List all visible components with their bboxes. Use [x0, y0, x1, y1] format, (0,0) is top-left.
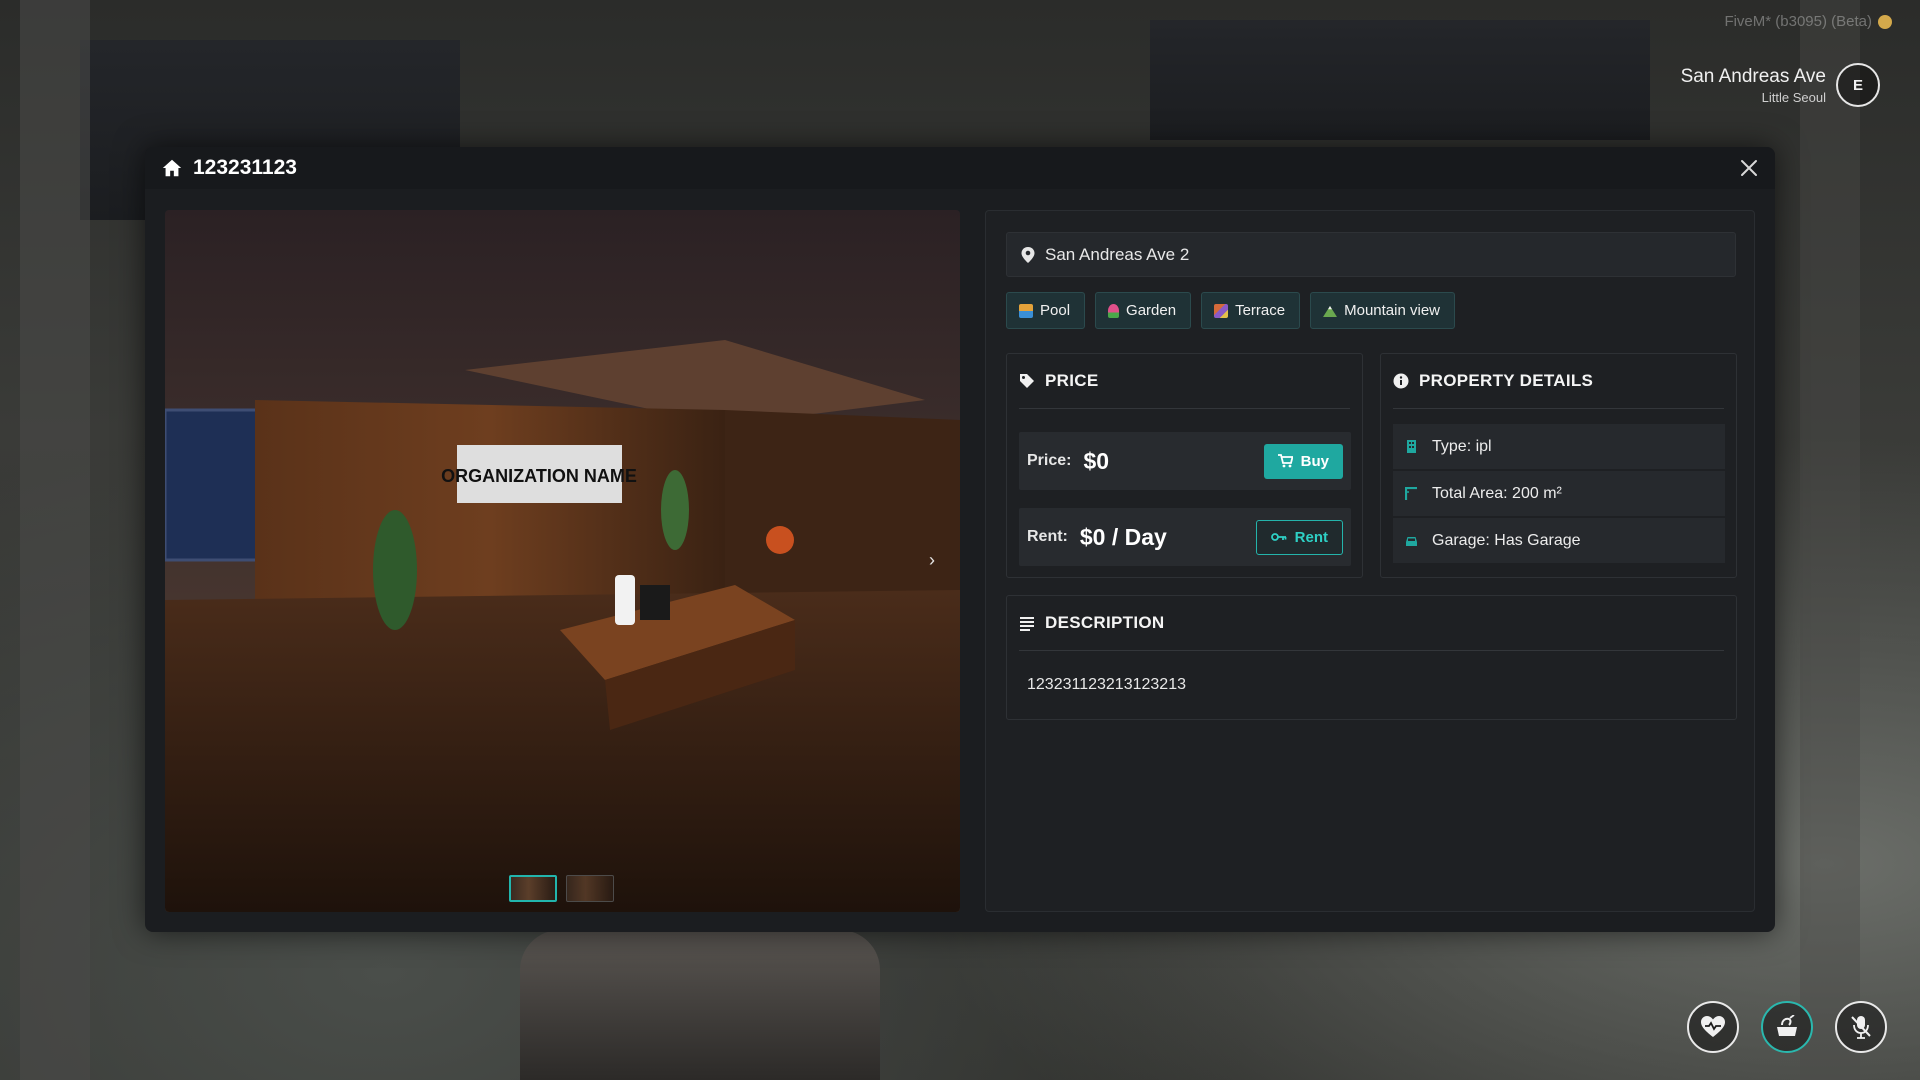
- price-card: PRICE Price: $0 Buy Rent: $0 / Day Rent: [1006, 353, 1363, 578]
- status-hud: [1687, 1001, 1887, 1053]
- modal-title: 123231123: [193, 156, 297, 179]
- tag-mountain-view[interactable]: Mountain view: [1310, 292, 1455, 329]
- address-box: San Andreas Ave 2: [1006, 232, 1736, 277]
- building-icon: [1407, 440, 1416, 453]
- tag-icon: [1020, 374, 1034, 388]
- property-modal: 123231123 ORGANIZATION NAME › San Andrea…: [145, 147, 1775, 932]
- fivem-logo-icon: [1878, 14, 1892, 29]
- location-text: San Andreas Ave Little Seoul: [1681, 66, 1826, 105]
- tag-label: Mountain view: [1344, 302, 1440, 319]
- details-card-header: PROPERTY DETAILS: [1393, 354, 1724, 409]
- description-heading: DESCRIPTION: [1045, 613, 1165, 632]
- rent-button-label: Rent: [1294, 528, 1328, 546]
- property-details-card: PROPERTY DETAILS Type: ipl Total Area: 2…: [1380, 353, 1737, 578]
- tag-terrace[interactable]: Terrace: [1201, 292, 1301, 329]
- text-lines-icon: [1020, 617, 1034, 631]
- detail-area: Total Area: 200 m²: [1432, 484, 1562, 502]
- details-heading: PROPERTY DETAILS: [1419, 371, 1594, 390]
- health-indicator: [1687, 1001, 1739, 1053]
- voice-indicator: [1835, 1001, 1887, 1053]
- street-name: San Andreas Ave: [1680, 65, 1826, 87]
- close-icon[interactable]: [1737, 156, 1761, 180]
- location-hud: San Andreas Ave Little Seoul E: [1681, 63, 1880, 107]
- cart-icon: [1277, 454, 1293, 468]
- rent-price-value: $0 / Day: [1079, 523, 1167, 550]
- hunger-indicator: [1761, 1001, 1813, 1053]
- price-card-header: PRICE: [1019, 354, 1350, 409]
- description-text: 123231123213123213: [1027, 676, 1186, 693]
- tag-garden[interactable]: Garden: [1095, 292, 1192, 329]
- background-window: [1150, 20, 1650, 140]
- detail-row-type: Type: ipl: [1393, 424, 1725, 470]
- mountain-icon: [1323, 305, 1338, 317]
- description-card-header: DESCRIPTION: [1019, 596, 1724, 651]
- image-gallery: ORGANIZATION NAME ›: [165, 210, 960, 912]
- rent-price-label: Rent:: [1027, 528, 1068, 545]
- buy-button[interactable]: Buy: [1263, 443, 1343, 479]
- property-photo: ORGANIZATION NAME: [165, 210, 960, 912]
- fivem-watermark: FiveM* (b3095) (Beta): [1724, 13, 1892, 30]
- home-icon: [162, 159, 182, 177]
- food-icon: [1777, 1015, 1797, 1036]
- background-pillar: [1800, 0, 1860, 1080]
- tag-label: Pool: [1040, 302, 1071, 319]
- detail-garage: Garage: Has Garage: [1432, 531, 1581, 549]
- modal-header: 123231123: [145, 147, 1775, 189]
- compass-direction: E: [1836, 63, 1880, 107]
- sign-text: ORGANIZATION NAME: [441, 466, 637, 486]
- buy-price-row: Price: $0 Buy: [1019, 432, 1351, 490]
- tag-label: Terrace: [1235, 302, 1286, 319]
- detail-type: Type: ipl: [1432, 437, 1492, 455]
- key-icon: [1270, 533, 1287, 541]
- terrace-icon: [1214, 303, 1229, 318]
- location-pin-icon: [1021, 246, 1035, 263]
- next-image-arrow[interactable]: ›: [922, 550, 942, 574]
- detail-row-garage: Garage: Has Garage: [1393, 518, 1725, 564]
- thumbnail-2[interactable]: [566, 875, 614, 902]
- tag-label: Garden: [1126, 302, 1177, 319]
- buy-price-value: $0: [1083, 447, 1110, 474]
- pool-icon: [1019, 303, 1033, 318]
- thumbnail-strip: [509, 875, 614, 902]
- watermark-text: FiveM* (b3095) (Beta): [1724, 13, 1872, 30]
- description-card: DESCRIPTION 123231123213123213: [1006, 595, 1737, 720]
- buy-price-label: Price:: [1027, 452, 1072, 469]
- rent-price-row: Rent: $0 / Day Rent: [1019, 508, 1351, 566]
- property-address: San Andreas Ave 2: [1045, 244, 1190, 264]
- price-heading: PRICE: [1045, 371, 1099, 390]
- tag-pool[interactable]: Pool: [1006, 292, 1086, 329]
- area-icon: [1405, 487, 1417, 500]
- area-name: Little Seoul: [1761, 89, 1826, 105]
- car-icon: [1406, 537, 1417, 546]
- buy-button-label: Buy: [1300, 452, 1329, 470]
- detail-row-area: Total Area: 200 m²: [1393, 471, 1725, 517]
- microphone-muted-icon: [1851, 1016, 1871, 1039]
- heart-icon: [1701, 1016, 1725, 1037]
- info-icon: [1393, 373, 1409, 389]
- background-pillar: [20, 0, 90, 1080]
- tulip-icon: [1108, 303, 1120, 318]
- thumbnail-1[interactable]: [509, 875, 557, 902]
- rent-button[interactable]: Rent: [1255, 519, 1343, 555]
- background-character: [520, 930, 880, 1080]
- feature-tags: Pool Garden Terrace Mountain view: [1006, 292, 1455, 329]
- property-info-panel: San Andreas Ave 2 Pool Garden Terrace Mo…: [985, 210, 1755, 912]
